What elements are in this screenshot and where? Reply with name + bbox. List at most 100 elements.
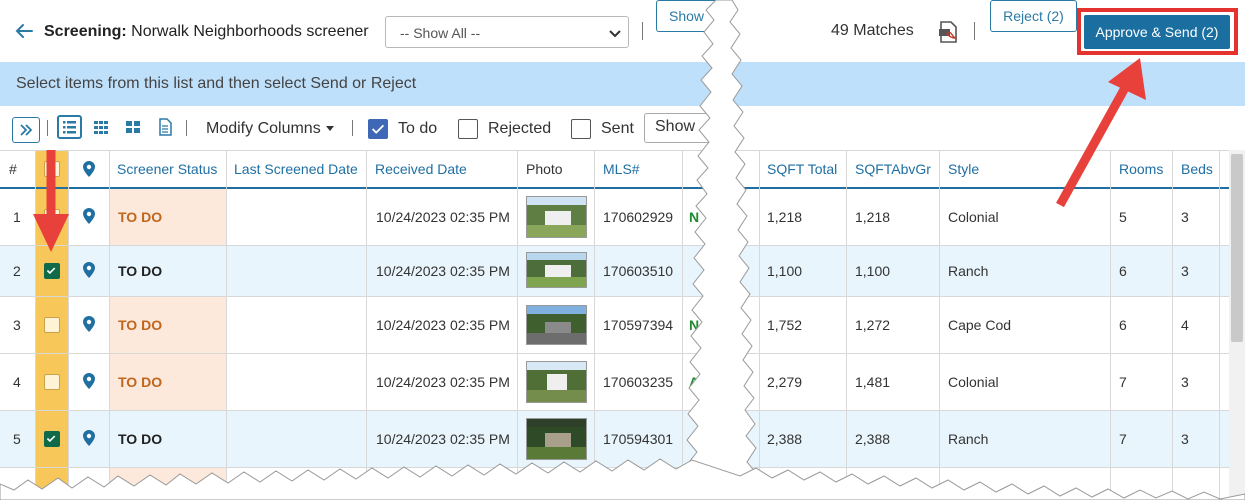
sqft-total: 2,279 [767,374,803,390]
approve-send-button[interactable]: Approve & Send (2) [1084,15,1230,49]
rooms: 5 [1119,209,1127,225]
grid-line [1110,150,1111,500]
grid-line [594,150,595,500]
row-checkbox[interactable] [44,317,60,333]
todo-filter-checkbox[interactable] [368,119,388,139]
top-bar: Screening: Norwalk Neighborhoods screene… [0,0,1245,62]
col-header-last-screened[interactable]: Last Screened Date [228,150,365,188]
caret-down-icon [326,126,335,131]
grid-line [0,410,1245,411]
grid-line [109,150,110,500]
sqft-abvgr: 1,481 [855,374,891,390]
grid-line [846,150,847,500]
col-header-num: # [9,161,17,177]
map-pin-icon[interactable] [83,262,95,278]
grid-line [1172,150,1173,500]
row-checkbox[interactable] [44,431,60,447]
chevron-down-icon [609,30,621,38]
status-badge: TO DO [118,263,163,279]
received-date: 10/24/2023 02:35 PM [376,374,510,390]
list-view-button[interactable] [57,115,82,139]
mls-number: 170602929 [603,209,674,225]
listing-status-fragment: A [689,374,700,390]
listing-photo[interactable] [526,418,587,460]
col-header-mls[interactable]: MLS# [597,150,681,188]
grid-line [68,150,69,500]
divider [352,120,353,136]
row-number: 2 [13,263,21,279]
sqft-abvgr: 1,100 [855,263,891,279]
show-button[interactable]: Show [656,0,718,32]
rooms: 7 [1119,374,1127,390]
received-date: 10/24/2023 02:35 PM [376,263,510,279]
listing-photo[interactable] [526,196,587,238]
rejected-filter-label: Rejected [488,120,552,137]
listing-photo[interactable] [526,305,587,345]
expand-button[interactable] [12,117,40,143]
status-badge: TO DO [118,209,163,225]
col-header-sqft-abvgr[interactable]: SQFTAbvGr [849,150,939,188]
col-header-sqft-total[interactable]: SQFT Total [761,150,845,188]
pdf-icon[interactable] [936,20,960,44]
col-header-received-date[interactable]: Received Date [369,150,516,188]
grid-line [0,467,1245,468]
col-header-screener-status[interactable]: Screener Status [111,150,225,188]
map-pin-icon[interactable] [83,161,95,177]
col-header-beds[interactable]: Beds [1175,150,1219,188]
modify-columns-button[interactable]: Modify Columns [206,120,335,138]
grid-line [759,150,760,500]
row-number: 5 [13,431,21,447]
grid-line [1219,150,1220,500]
listing-photo[interactable] [526,361,587,403]
filter-select-value: -- Show All -- [400,25,481,41]
modify-columns-label: Modify Columns [206,120,321,137]
sqft-abvgr: 1,218 [855,209,891,225]
row-checkbox[interactable] [44,374,60,390]
listing-photo[interactable] [526,252,587,288]
status-cell-bg [109,467,226,500]
rooms: 7 [1119,431,1127,447]
map-pin-icon[interactable] [83,373,95,389]
col-header-style[interactable]: Style [942,150,1102,188]
show-button-toolbar[interactable]: Show [644,113,714,143]
rooms: 6 [1119,263,1127,279]
page-title: Screening: Norwalk Neighborhoods screene… [44,23,369,40]
grid-line [682,150,683,500]
grid-large-icon[interactable] [124,118,142,136]
check-icon [46,435,56,443]
filter-select[interactable]: -- Show All -- [385,16,629,48]
scrollbar-thumb[interactable] [1231,154,1243,342]
rejected-filter-checkbox[interactable] [458,119,478,139]
map-pin-icon[interactable] [83,316,95,332]
beds: 4 [1181,317,1189,333]
reject-button[interactable]: Reject (2) [990,0,1077,32]
style: Colonial [948,374,999,390]
mls-number: 170597394 [603,317,674,333]
map-pin-icon[interactable] [83,208,95,224]
row-number: 4 [13,374,21,390]
document-icon[interactable] [156,118,174,136]
map-pin-icon[interactable] [83,430,95,446]
sent-filter-checkbox[interactable] [571,119,591,139]
row-checkbox[interactable] [44,209,60,225]
style: Ranch [948,431,989,447]
back-arrow-icon[interactable] [12,19,36,43]
listing-status-fragment: N [689,317,700,333]
instruction-banner: Select items from this list and then sel… [0,62,1245,106]
row-number: 1 [13,209,21,225]
select-all-checkbox[interactable] [44,161,60,177]
col-header-rooms[interactable]: Rooms [1113,150,1171,188]
status-badge: TO DO [118,374,163,390]
mls-number: 170594301 [603,431,674,447]
grid-line [35,150,36,500]
divider [642,22,643,40]
received-date: 10/24/2023 02:35 PM [376,431,510,447]
status-badge: TO DO [118,317,163,333]
divider [47,120,48,136]
row-checkbox[interactable] [44,263,60,279]
grid-small-icon[interactable] [92,118,110,136]
listing-status-fragment: A [689,431,700,447]
style: Colonial [948,209,999,225]
list-view-icon [63,121,76,134]
beds: 3 [1181,374,1189,390]
